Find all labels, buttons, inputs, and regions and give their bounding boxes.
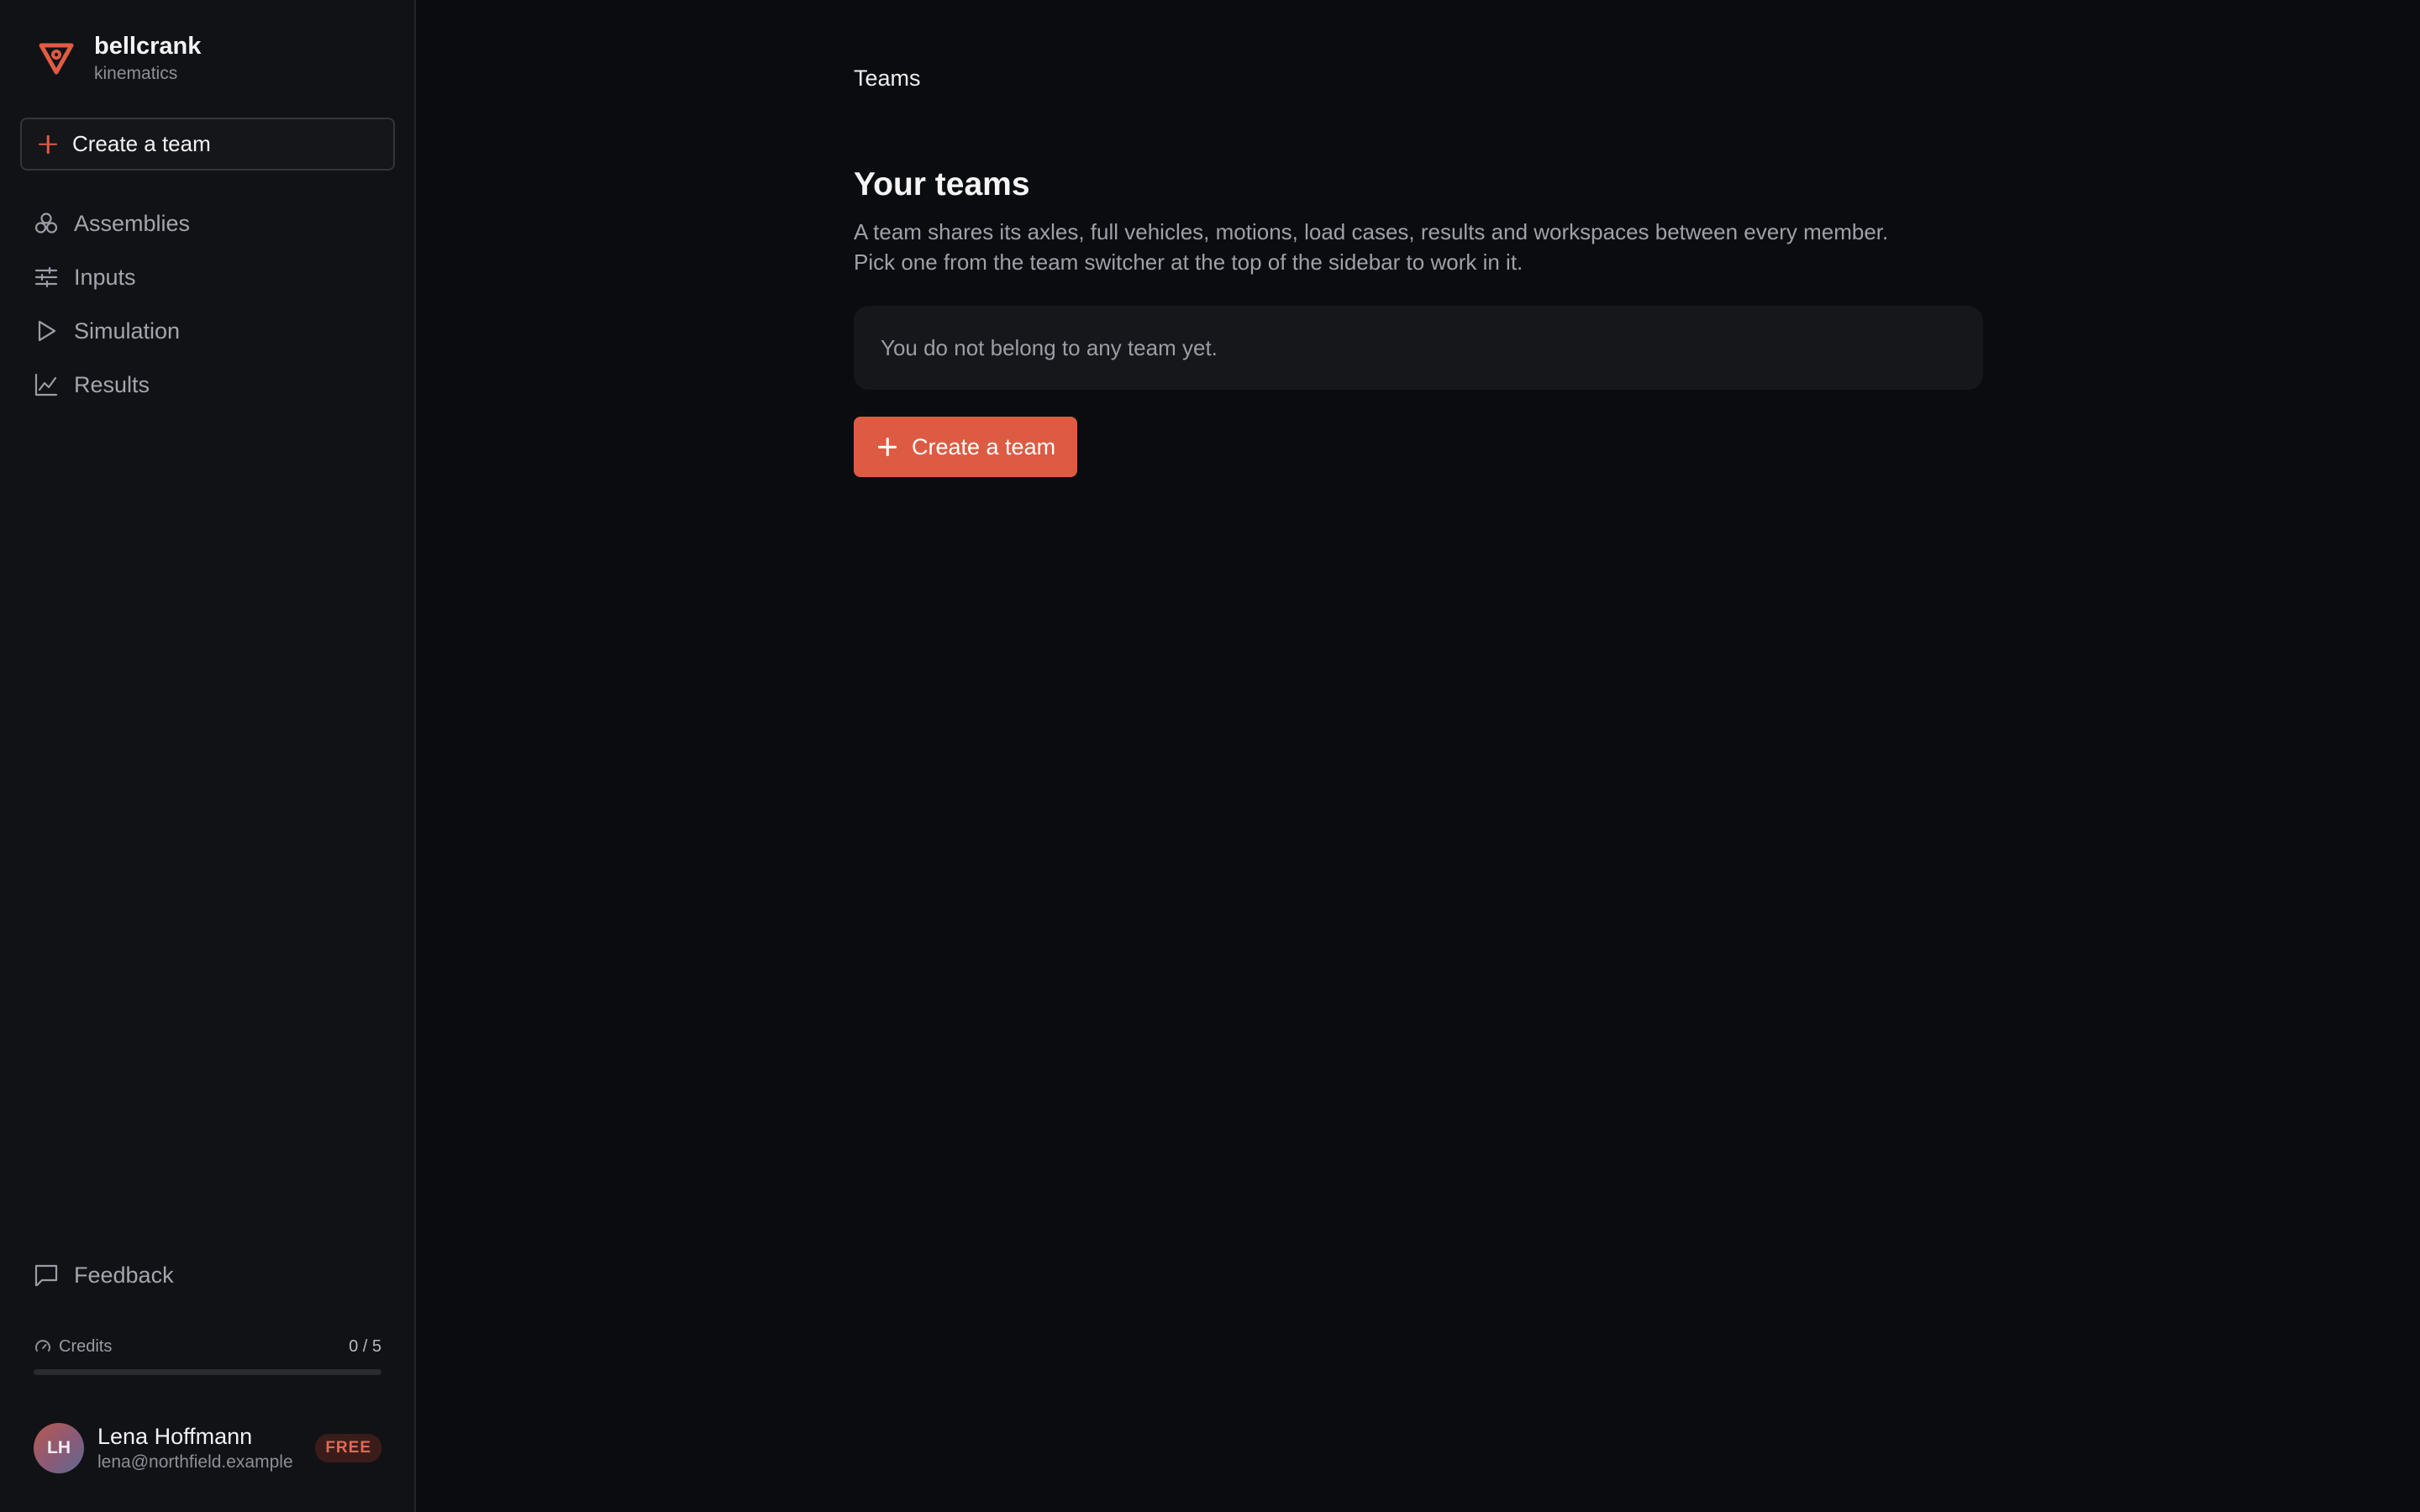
- sidebar-item-label: Inputs: [74, 264, 136, 290]
- brand-text: bellcrank kinematics: [94, 30, 201, 86]
- assemblies-icon: [34, 211, 59, 236]
- page-description-line-1: A team shares its axles, full vehicles, …: [854, 219, 1889, 244]
- empty-state: You do not belong to any team yet.: [854, 306, 1983, 390]
- sidebar-item-label: Results: [74, 371, 150, 397]
- user-name: Lena Hoffmann: [97, 1424, 253, 1449]
- sidebar: bellcrank kinematics Create a team Assem…: [0, 0, 416, 1512]
- plus-icon: [878, 438, 897, 456]
- credits-value: 0 / 5: [349, 1336, 381, 1356]
- feedback-label: Feedback: [74, 1262, 174, 1288]
- sidebar-item-simulation[interactable]: Simulation: [20, 304, 395, 358]
- bellcrank-logo-icon: [39, 43, 74, 75]
- page-description-line-2: Pick one from the team switcher at the t…: [854, 249, 1523, 275]
- user-text: Lena Hoffmann lena@northfield.example: [97, 1422, 315, 1474]
- sidebar-nav: Assemblies Inputs Simulation Results: [20, 197, 395, 412]
- page-description: A team shares its axles, full vehicles, …: [854, 217, 2030, 277]
- credits-progress-bar: [34, 1369, 381, 1375]
- sidebar-item-label: Simulation: [74, 318, 181, 344]
- sidebar-create-team-button[interactable]: Create a team: [20, 118, 395, 171]
- breadcrumb: Teams: [854, 66, 921, 91]
- sidebar-create-team-label: Create a team: [72, 131, 211, 156]
- gauge-icon: [35, 1340, 50, 1352]
- plan-badge: FREE: [315, 1434, 381, 1462]
- brand-subtitle: kinematics: [94, 64, 178, 83]
- plus-icon: [39, 135, 57, 154]
- credits-row: Credits 0 / 5: [34, 1334, 381, 1359]
- chart-line-icon: [34, 372, 59, 397]
- credits-label: Credits: [59, 1336, 113, 1356]
- page-title: Your teams: [854, 166, 1030, 202]
- app-shell: bellcrank kinematics Create a team Assem…: [0, 0, 2420, 1512]
- message-icon: [34, 1263, 59, 1288]
- create-team-button[interactable]: Create a team: [854, 417, 1077, 477]
- sidebar-item-assemblies[interactable]: Assemblies: [20, 197, 395, 250]
- sliders-icon: [34, 265, 59, 290]
- brand[interactable]: bellcrank kinematics: [37, 30, 201, 86]
- sidebar-item-label: Assemblies: [74, 210, 191, 236]
- sidebar-item-inputs[interactable]: Inputs: [20, 250, 395, 304]
- sidebar-item-results[interactable]: Results: [20, 358, 395, 412]
- play-icon: [34, 318, 59, 344]
- sidebar-item-feedback[interactable]: Feedback: [20, 1248, 395, 1302]
- user-profile[interactable]: LH Lena Hoffmann lena@northfield.example…: [34, 1421, 381, 1475]
- main-content: Teams Your teams A team shares its axles…: [416, 0, 2420, 1512]
- empty-state-text: You do not belong to any team yet.: [881, 334, 1218, 360]
- create-team-button-label: Create a team: [912, 433, 1056, 459]
- user-email: lena@northfield.example: [97, 1452, 293, 1472]
- credits-left: Credits: [34, 1337, 112, 1357]
- avatar: LH: [34, 1423, 84, 1473]
- brand-name: bellcrank: [94, 33, 202, 60]
- credits-meter: Credits 0 / 5: [34, 1334, 381, 1375]
